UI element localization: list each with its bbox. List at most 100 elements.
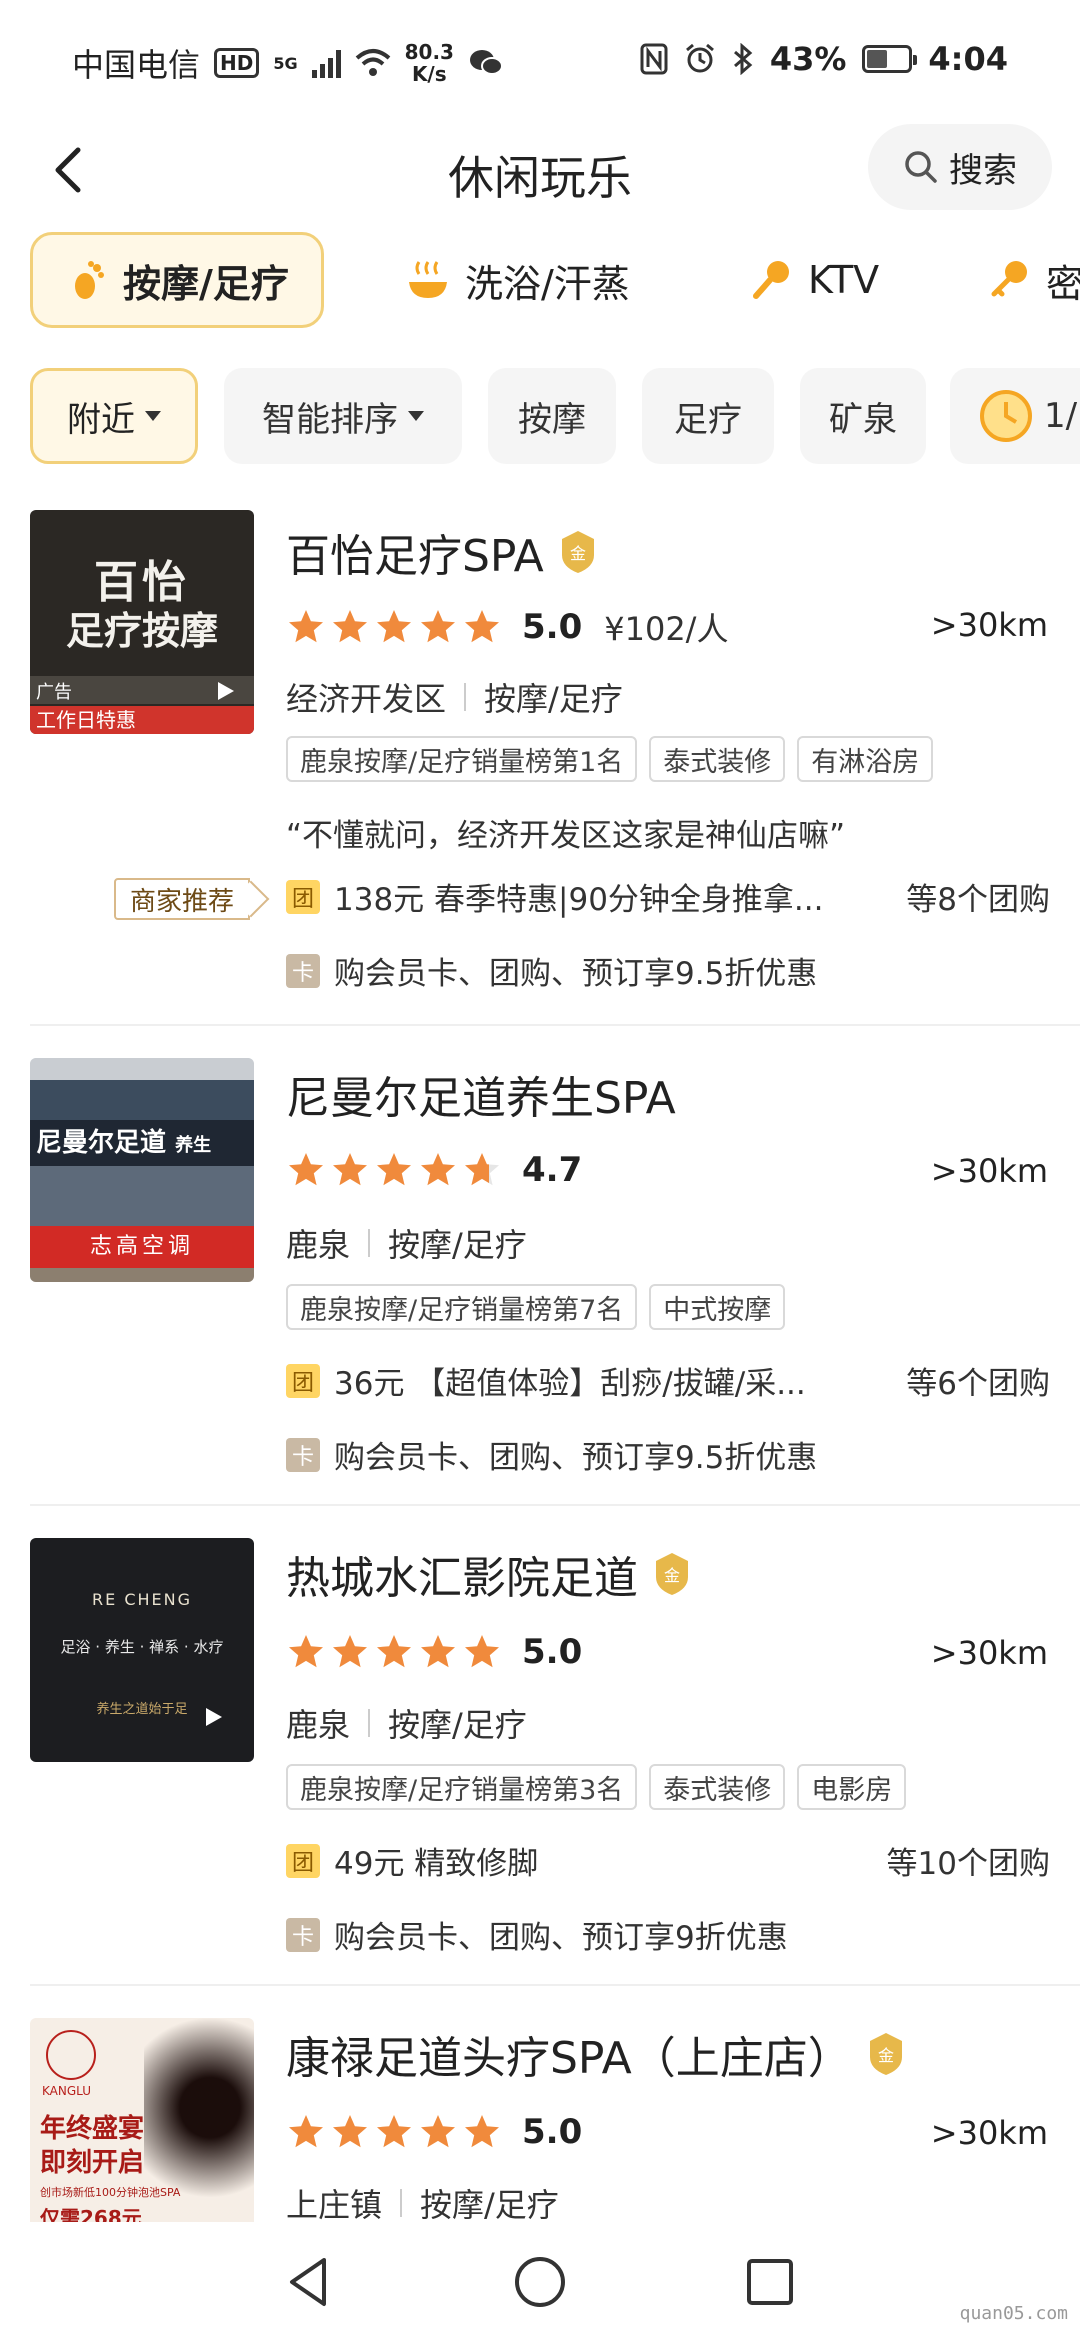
divider xyxy=(30,1984,1080,1986)
recents-square-icon[interactable] xyxy=(740,2252,800,2312)
search-button[interactable]: 搜索 xyxy=(868,124,1052,210)
rating-score: 5.0 xyxy=(522,2112,583,2152)
tab-massage-foot[interactable]: 按摩/足疗 xyxy=(30,232,324,328)
card-text: 购会员卡、团购、预订享9.5折优惠 xyxy=(334,1440,818,1476)
bluetooth-icon xyxy=(733,43,753,75)
play-icon xyxy=(218,682,234,700)
thumbnail-line2: 即刻开启 xyxy=(40,2148,145,2178)
wifi-icon xyxy=(355,49,390,76)
svg-text:金: 金 xyxy=(664,1566,680,1585)
star-rating xyxy=(286,607,506,647)
shop-card[interactable]: 百怡 足疗按摩 广告 工作日特惠 百怡足疗SPA 金 5.0 ¥102/人 >3… xyxy=(0,510,1080,1020)
filter-massage[interactable]: 按摩 xyxy=(488,368,616,464)
member-card-row[interactable]: 卡 购会员卡、团购、预订享9.5折优惠 xyxy=(286,948,1050,993)
area-row: 上庄镇 按摩/足疗 xyxy=(286,2180,559,2222)
star-rating xyxy=(286,1632,506,1672)
star-icon xyxy=(289,2115,323,2148)
tab-secret-room[interactable]: 密 xyxy=(988,232,1080,328)
shop-card[interactable]: KANGLU 年终盛宴 即刻开启 创市场新低100分钟泡池SPA 仅需268元 … xyxy=(0,2018,1080,2222)
rating-row: 5.0 xyxy=(286,2112,582,2152)
deal-text: 36元 【超值体验】刮痧/拔罐/采... xyxy=(334,1366,806,1402)
filter-sort[interactable]: 智能排序 xyxy=(224,368,462,464)
thumbnail-brand: KANGLU xyxy=(42,2084,92,2098)
back-triangle-icon[interactable] xyxy=(280,2252,340,2312)
shop-name: 康禄足道头疗SPA（上庄店） 金 xyxy=(286,2022,906,2086)
distance: >30km xyxy=(930,1152,1048,1190)
shop-thumbnail[interactable]: 尼曼尔足道 养生 志高空调 xyxy=(30,1058,254,1282)
member-card-row[interactable]: 卡 购会员卡、团购、预订享9折优惠 xyxy=(286,1912,1050,1957)
star-icon xyxy=(421,1635,455,1668)
shop-card[interactable]: 尼曼尔足道 养生 志高空调 尼曼尔足道养生SPA 4.7 >30km 鹿泉 按摩… xyxy=(0,1058,1080,1498)
sign-text: 尼曼尔足道 xyxy=(36,1128,167,1158)
deal-count: 等10个团购 xyxy=(886,1846,1050,1882)
svg-text:金: 金 xyxy=(878,2046,894,2065)
star-icon xyxy=(465,1153,499,1186)
search-icon xyxy=(905,151,937,183)
tag: 中式按摩 xyxy=(649,1284,786,1330)
member-card-icon: 卡 xyxy=(286,953,320,988)
star-icon xyxy=(289,1153,323,1186)
alarm-icon xyxy=(685,43,714,73)
avg-price: ¥102/人 xyxy=(604,610,729,648)
clock-time: 4:04 xyxy=(928,40,1008,78)
group-deal-row[interactable]: 团 36元 【超值体验】刮痧/拔罐/采... 等6个团购 xyxy=(286,1358,1050,1403)
shop-card[interactable]: RE CHENG 足浴 · 养生 · 禅系 · 水疗 养生之道始于足 热城水汇影… xyxy=(0,1538,1080,1978)
tab-label: KTV xyxy=(808,258,880,302)
shop-name-text: 热城水汇影院足道 xyxy=(286,1553,638,1604)
microphone-icon xyxy=(753,261,789,299)
battery-icon xyxy=(862,45,918,73)
group-deal-row[interactable]: 团 138元 春季特惠|90分钟全身推拿... 等8个团购 xyxy=(286,874,1050,919)
rating-score: 5.0 xyxy=(522,1632,583,1672)
tab-ktv[interactable]: KTV xyxy=(750,232,879,328)
distance: >30km xyxy=(930,606,1048,644)
ad-label: 广告 xyxy=(36,682,72,703)
shop-thumbnail[interactable]: 百怡 足疗按摩 广告 工作日特惠 xyxy=(30,510,254,734)
star-icon xyxy=(333,2115,367,2148)
group-buy-icon: 团 xyxy=(286,1843,320,1878)
filter-label: 足疗 xyxy=(674,399,742,440)
bottom-sign: 志高空调 xyxy=(30,1226,254,1268)
thumbnail-price: 仅需268元 xyxy=(40,2206,142,2222)
member-card-icon: 卡 xyxy=(286,1917,320,1952)
star-icon xyxy=(421,2115,455,2148)
divider xyxy=(30,1024,1080,1026)
signal-icon xyxy=(311,48,341,78)
rating-row: 5.0 xyxy=(286,1632,582,1672)
tab-label: 按摩/足疗 xyxy=(123,261,289,306)
area-label: 上庄镇 xyxy=(286,2186,383,2222)
shop-name: 百怡足疗SPA 金 xyxy=(286,520,598,584)
chevron-down-icon xyxy=(408,411,424,421)
divider xyxy=(30,1504,1080,1506)
shop-thumbnail[interactable]: KANGLU 年终盛宴 即刻开启 创市场新低100分钟泡池SPA 仅需268元 xyxy=(30,2018,254,2222)
card-text: 购会员卡、团购、预订享9.5折优惠 xyxy=(334,956,818,992)
star-icon xyxy=(465,1635,499,1668)
filter-time[interactable]: 1/ xyxy=(950,368,1080,464)
star-icon xyxy=(377,1635,411,1668)
svg-text:金: 金 xyxy=(570,544,586,563)
star-rating xyxy=(286,1150,506,1190)
tags-row: 鹿泉按摩/足疗销量榜第1名 泰式装修 有淋浴房 xyxy=(286,736,934,782)
home-circle-icon[interactable] xyxy=(510,2252,570,2312)
group-deal-row[interactable]: 团 49元 精致修脚 等10个团购 xyxy=(286,1838,1050,1883)
tag: 鹿泉按摩/足疗销量榜第3名 xyxy=(286,1764,638,1810)
filter-bar: 附近 智能排序 按摩 足疗 矿泉 1/ xyxy=(0,368,1080,468)
category-label: 按摩/足疗 xyxy=(388,1226,527,1264)
category-tabs: 按摩/足疗 洗浴/汗蒸 KTV 密 xyxy=(0,232,1080,332)
battery-percent: 43% xyxy=(769,40,847,78)
watermark: quan05.com xyxy=(959,2303,1068,2324)
sign-text-2: 养生 xyxy=(175,1135,212,1156)
area-row: 鹿泉 按摩/足疗 xyxy=(286,1700,527,1746)
filter-spring[interactable]: 矿泉 xyxy=(800,368,926,464)
tag: 泰式装修 xyxy=(649,736,786,782)
tag: 鹿泉按摩/足疗销量榜第7名 xyxy=(286,1284,638,1330)
tab-bath-sauna[interactable]: 洗浴/汗蒸 xyxy=(405,232,630,328)
member-card-row[interactable]: 卡 购会员卡、团购、预订享9.5折优惠 xyxy=(286,1432,1050,1477)
filter-foot[interactable]: 足疗 xyxy=(642,368,774,464)
filter-label: 按摩 xyxy=(518,399,586,440)
category-label: 按摩/足疗 xyxy=(388,1706,527,1744)
shop-name: 热城水汇影院足道 金 xyxy=(286,1542,692,1606)
shop-thumbnail[interactable]: RE CHENG 足浴 · 养生 · 禅系 · 水疗 养生之道始于足 xyxy=(30,1538,254,1762)
area-row: 鹿泉 按摩/足疗 xyxy=(286,1220,527,1266)
thumbnail-services: 足浴 · 养生 · 禅系 · 水疗 xyxy=(60,1638,224,1656)
filter-nearby[interactable]: 附近 xyxy=(30,368,198,464)
